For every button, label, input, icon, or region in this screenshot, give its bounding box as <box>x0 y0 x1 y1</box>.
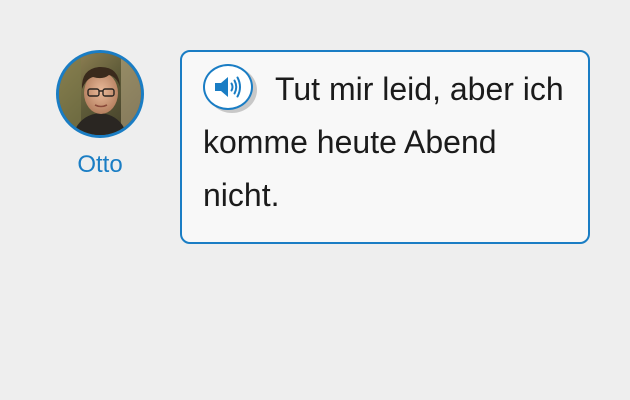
message-text: Tut mir leid, aber ich komme heute Abend… <box>203 71 564 213</box>
speaker: Otto <box>56 50 144 178</box>
play-audio-button[interactable] <box>203 63 257 114</box>
speaker-name: Otto <box>77 151 123 178</box>
message-paragraph: Tut mir leid, aber ich komme heute Abend… <box>203 63 568 222</box>
speaker-avatar <box>56 50 144 138</box>
speaker-volume-icon <box>215 76 241 98</box>
message-bubble: Tut mir leid, aber ich komme heute Abend… <box>180 50 590 244</box>
avatar-photo <box>59 53 141 135</box>
play-audio-button-face <box>203 63 253 110</box>
